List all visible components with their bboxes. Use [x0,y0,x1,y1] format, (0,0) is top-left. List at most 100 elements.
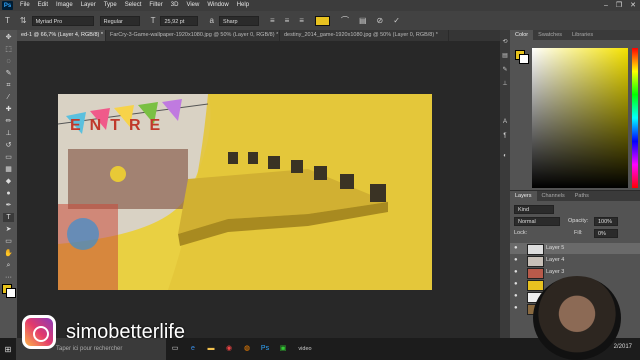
document-tabs: ed-1 @ 66,7% (Layer 4, RGB/8) * FarCry-3… [17,30,500,41]
paragraph-panel-icon[interactable]: ¶ [501,132,509,140]
crop-tool-icon[interactable]: ⌗ [3,81,14,90]
text-orientation-icon[interactable]: ⇅ [20,11,27,30]
hue-slider[interactable] [632,48,638,188]
align-center-icon[interactable]: ≡ [285,11,290,30]
pen-tool-icon[interactable]: ✒ [3,201,14,210]
eye-icon[interactable]: ● [514,255,518,266]
clone-source-icon[interactable]: ⊥ [501,80,509,88]
close-icon[interactable]: ✕ [630,0,636,11]
eye-icon[interactable]: ● [514,303,518,314]
opacity-field[interactable]: 100% [594,217,618,226]
menu-edit[interactable]: Edit [34,0,52,11]
eye-icon[interactable]: ● [514,243,518,254]
firefox-icon[interactable]: ◍ [238,338,256,360]
file-explorer-icon[interactable]: ▬ [202,338,220,360]
font-family-select[interactable]: Myriad Pro [31,15,94,26]
menu-layer[interactable]: Layer [77,0,100,11]
align-right-icon[interactable]: ≡ [299,11,304,30]
menu-select[interactable]: Select [121,0,146,11]
color-panel-background[interactable] [519,54,529,64]
properties-panel-icon[interactable]: ▤ [501,52,509,60]
doc-tab-1[interactable]: ed-1 @ 66,7% (Layer 4, RGB/8) * [17,30,106,41]
document-canvas[interactable]: ENTRE [58,94,432,290]
restore-icon[interactable]: ❐ [616,0,622,11]
character-panel-dock-icon[interactable]: A [501,118,509,126]
camtasia-icon[interactable]: ▣ [274,338,292,360]
layer-row[interactable]: ● Layer 4 [510,255,640,267]
tab-swatches[interactable]: Swatches [533,30,567,40]
tab-libraries[interactable]: Libraries [567,30,598,40]
blur-tool-icon[interactable]: ◆ [3,177,14,186]
edge-icon[interactable]: e [184,338,202,360]
tools-panel: ✥ ⬚ ◌ ✎ ⌗ ⁄ ✚ ✏ ⊥ ↺ ▭ ▦ ◆ ● ✒ T ➤ ▭ ✋ ⌕ … [0,30,18,338]
warp-text-icon[interactable]: ⌒ [341,11,349,30]
zoom-tool-icon[interactable]: ⌕ [3,261,14,270]
eye-icon[interactable]: ● [514,291,518,302]
cancel-icon[interactable]: ⊘ [377,11,384,30]
move-tool-icon[interactable]: ✥ [3,33,14,42]
quick-select-tool-icon[interactable]: ✎ [3,69,14,78]
type-tool-icon[interactable]: T [5,11,10,30]
color-panel-tabs: Color Swatches Libraries [510,30,640,40]
photoshop-taskbar-icon[interactable]: Ps [256,338,274,360]
brush-panel-icon[interactable]: ✎ [501,66,509,74]
menu-help[interactable]: Help [233,0,253,11]
dodge-tool-icon[interactable]: ● [3,189,14,198]
font-style-select[interactable]: Regular [99,15,140,26]
menu-filter[interactable]: Filter [145,0,166,11]
eye-icon[interactable]: ● [514,267,518,278]
windows-start-icon[interactable]: ⊞ [0,338,16,360]
hand-tool-icon[interactable]: ✋ [3,249,14,258]
type-tool-button-icon[interactable]: T [3,213,14,222]
commit-check-icon[interactable]: ✓ [393,11,400,30]
menu-type[interactable]: Type [100,0,121,11]
doc-tab-2[interactable]: FarCry-3-Game-wallpaper-1920x1080.jpg @ … [106,30,280,41]
menu-window[interactable]: Window [203,0,232,11]
layer-filter-kind[interactable]: Kind [514,205,554,214]
layer-name: Layer 3 [546,269,565,275]
tab-paths[interactable]: Paths [570,191,594,201]
gradient-tool-icon[interactable]: ▦ [3,165,14,174]
text-color-swatch[interactable] [314,15,330,26]
tab-layers[interactable]: Layers [510,191,537,201]
blend-mode-select[interactable]: Normal [514,217,560,226]
tab-color[interactable]: Color [510,30,534,40]
minimize-icon[interactable]: – [604,0,608,11]
eraser-tool-icon[interactable]: ▭ [3,153,14,162]
clone-stamp-icon[interactable]: ⊥ [3,129,14,138]
opacity-label: Opacity: [568,218,589,224]
healing-brush-icon[interactable]: ✚ [3,105,14,114]
anti-alias-select[interactable]: Sharp [218,15,259,26]
history-panel-icon[interactable]: ⟲ [501,38,509,46]
shape-tool-icon[interactable]: ▭ [3,237,14,246]
color-picker-field[interactable] [532,48,628,188]
menu-image[interactable]: Image [52,0,77,11]
history-brush-icon[interactable]: ↺ [3,141,14,150]
menu-view[interactable]: View [182,0,203,11]
video-taskbar-item[interactable]: video [292,338,318,360]
brush-tool-icon[interactable]: ✏ [3,117,14,126]
menu-bar: Ps File Edit Image Layer Type Select Fil… [0,0,640,11]
menu-3d[interactable]: 3D [167,0,183,11]
doc-tab-3[interactable]: destiny_2014_game-1920x1080.jpg @ 50% (L… [280,30,449,41]
eyedropper-tool-icon[interactable]: ⁄ [3,93,14,102]
font-size-field[interactable]: 25,92 pt [160,15,199,26]
layer-thumbnail [527,256,544,267]
window-controls: – ❐ ✕ [604,0,636,11]
fg-bg-color-swatches[interactable] [2,284,16,298]
background-color-swatch[interactable] [6,288,16,298]
layer-row[interactable]: ● Layer 5 [510,243,640,255]
character-panel-icon[interactable]: ▤ [359,11,367,30]
path-select-icon[interactable]: ➤ [3,225,14,234]
fill-field[interactable]: 0% [594,229,618,238]
chrome-icon[interactable]: ◉ [220,338,238,360]
lasso-tool-icon[interactable]: ◌ [3,57,14,66]
more-tools-icon[interactable]: ··· [3,273,14,282]
marquee-tool-icon[interactable]: ⬚ [3,45,14,54]
tab-channels[interactable]: Channels [537,191,570,201]
eye-icon[interactable]: ● [514,279,518,290]
adjustments-panel-icon[interactable]: ◐ [501,152,509,160]
layer-name: Layer 4 [546,257,565,263]
menu-file[interactable]: File [16,0,34,11]
align-left-icon[interactable]: ≡ [270,11,275,30]
